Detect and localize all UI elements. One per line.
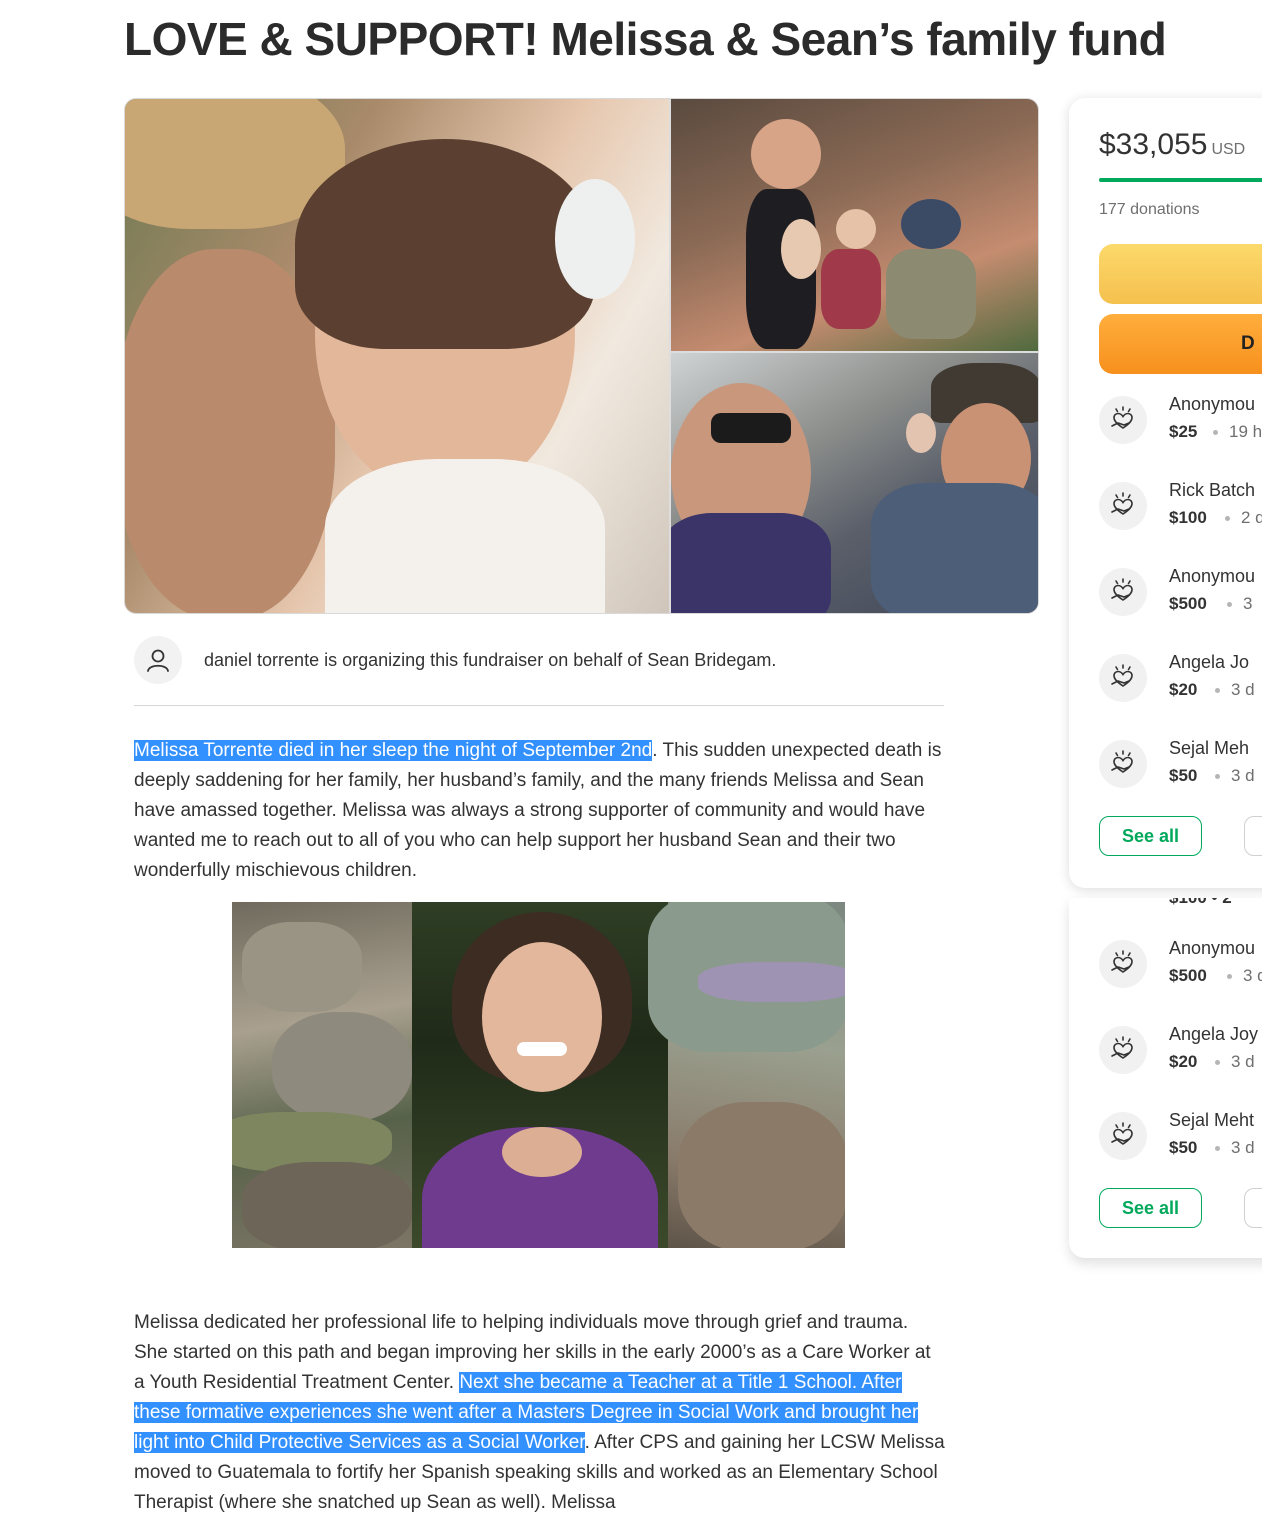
donation-sidebar-continued: $100 • 2 Anonymou $500 3 d Angela Joy $2… [1069,898,1262,1258]
donor-name: Rick Batch [1169,480,1256,500]
heart-hand-icon [1099,1026,1147,1074]
donation-time: 3 d [1231,1052,1255,1071]
photo-family-car [671,353,1038,613]
heart-hand-icon [1099,396,1147,444]
donation-amount: $20 [1169,1052,1198,1071]
photo-portrait-center [412,902,668,1248]
donation-item: Angela Joy $20 3 d [1099,1024,1262,1084]
donation-time: 2 d [1241,508,1262,527]
donation-time: 3 d [1231,680,1255,699]
photo-stones-left [232,902,412,1248]
donation-time: 3 d [1231,766,1255,785]
see-all-button[interactable]: See all [1099,1188,1202,1228]
donation-amount: $100 [1169,508,1207,527]
story-paragraph-1: Melissa Torrente died in her sleep the n… [134,736,946,886]
donation-sidebar: $33,055 USD 177 donations D Anonymou $25 … [1069,98,1262,888]
donation-item: Rick Batch $100 2 d [1099,480,1262,540]
donor-name: Sejal Meh [1169,738,1250,758]
donation-item: Anonymou $500 3 [1099,566,1262,626]
heart-hand-icon [1099,482,1147,530]
story-paragraph-2: Melissa dedicated her professional life … [134,1308,946,1518]
donation-amount: $25 [1169,422,1198,441]
photo-lavender-right [648,902,845,1248]
selected-text: Melissa Torrente died in her sleep the n… [134,740,653,761]
story-text: . This sudden unexpected death is deeply… [134,740,942,881]
see-top-button[interactable] [1244,1188,1262,1228]
donation-item: Anonymou $500 3 d [1099,938,1262,998]
organizer-text: daniel torrente is organizing this fundr… [204,650,777,670]
donations-count: 177 donations [1099,201,1200,218]
campaign-photo-collage[interactable] [124,98,1039,614]
donation-time: 19 h [1229,422,1262,441]
donation-time: 3 d [1243,966,1262,985]
donation-amount: $20 [1169,680,1198,699]
heart-hand-icon [1099,940,1147,988]
see-top-button[interactable] [1244,816,1262,856]
donation-item: Anonymou $25 19 h [1099,394,1262,454]
donation-time: 3 d [1231,1138,1255,1157]
donation-item: Angela Jo $20 3 d [1099,652,1262,712]
donation-item-partial: $100 • 2 [1169,898,1232,908]
heart-hand-icon [1099,568,1147,616]
heart-hand-icon [1099,1112,1147,1160]
photo-couple [125,99,669,613]
donate-label: D [1241,333,1255,354]
donation-amount: $500 [1169,594,1207,613]
share-button[interactable] [1099,244,1262,304]
donor-name: Anonymou [1169,938,1256,958]
user-icon [134,636,182,684]
raised-amount: $33,055 USD [1099,128,1246,161]
see-all-button[interactable]: See all [1099,816,1202,856]
donor-name: Sejal Meht [1169,1110,1255,1130]
photo-family-porch [671,99,1038,351]
donation-time: 3 [1243,594,1253,613]
heart-hand-icon [1099,654,1147,702]
organizer-info: daniel torrente is organizing this fundr… [134,636,944,706]
currency-label: USD [1211,141,1246,158]
donation-amount: $50 [1169,1138,1198,1157]
heart-hand-icon [1099,740,1147,788]
donor-name: Anonymou [1169,394,1256,414]
donation-item: Sejal Meh $50 3 d [1099,738,1262,798]
donor-name: Angela Joy [1169,1024,1259,1044]
campaign-title: LOVE & SUPPORT! Melissa & Sean’s family … [124,13,1167,65]
donation-item: Sejal Meht $50 3 d [1099,1110,1262,1170]
donation-amount: $500 [1169,966,1207,985]
donor-name: Angela Jo [1169,652,1250,672]
donate-button[interactable]: D [1099,314,1262,374]
donation-amount: $50 [1169,766,1198,785]
progress-bar [1099,178,1262,182]
donor-name: Anonymou [1169,566,1256,586]
photo-portrait-melissa[interactable] [232,902,845,1248]
